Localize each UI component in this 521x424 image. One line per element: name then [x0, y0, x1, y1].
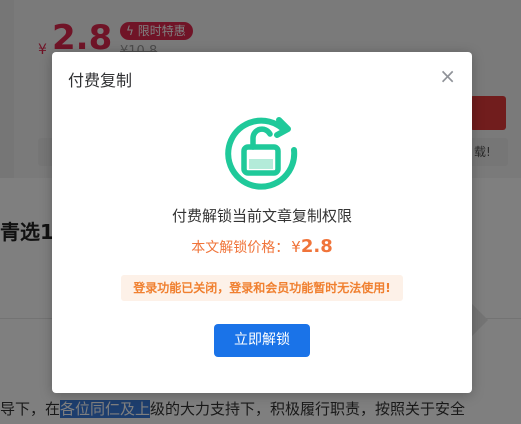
close-icon[interactable]: ×: [439, 66, 456, 86]
price-value: 2.8: [300, 236, 333, 257]
price-label: 本文解锁价格：: [191, 240, 290, 256]
unlock-icon: [225, 117, 298, 190]
unlock-description: 付费解锁当前文章复制权限: [171, 207, 352, 225]
price-symbol: ¥: [291, 238, 301, 256]
price-line: 本文解锁价格： ¥2.8: [52, 236, 472, 257]
pay-copy-dialog: 付费复制 × 付费解锁当前文章复制权限 本文解锁价格： ¥2.8 登录功能已关闭，…: [52, 52, 472, 393]
unlock-button[interactable]: 立即解锁: [214, 324, 310, 357]
dialog-title: 付费复制: [68, 71, 133, 90]
warning-message: 登录功能已关闭，登录和会员功能暂时无法使用!: [121, 275, 403, 301]
